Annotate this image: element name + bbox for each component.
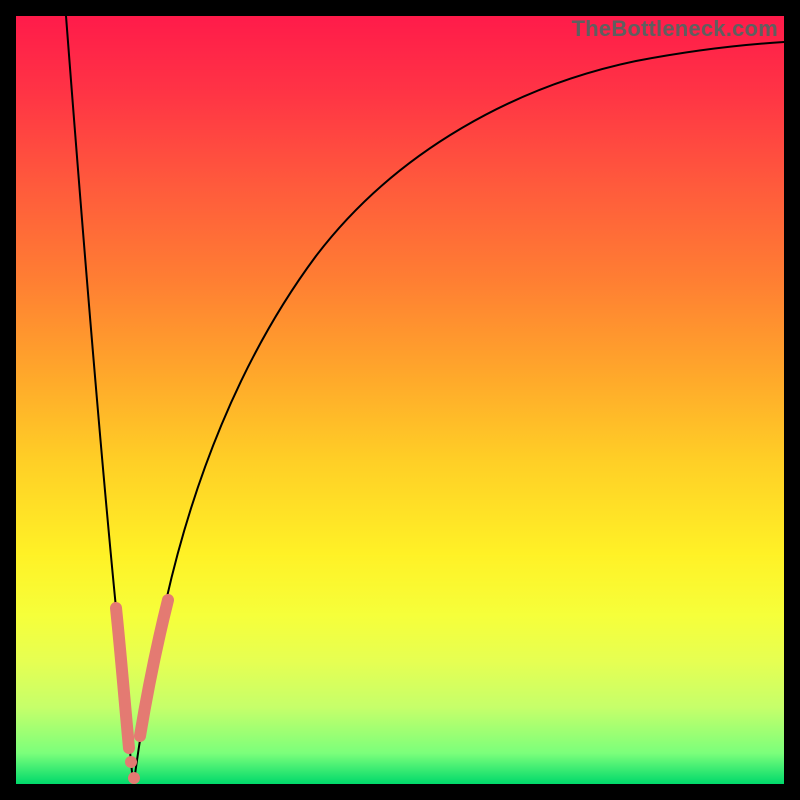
marker-dot-bottom — [128, 772, 140, 784]
marker-left-cluster — [116, 608, 129, 748]
plot-area: TheBottleneck.com — [16, 16, 784, 784]
marker-dot-mid — [125, 756, 137, 768]
curve-right-branch — [134, 42, 784, 782]
chart-stage: TheBottleneck.com — [0, 0, 800, 800]
marker-right-cluster — [140, 600, 168, 736]
chart-svg — [16, 16, 784, 784]
